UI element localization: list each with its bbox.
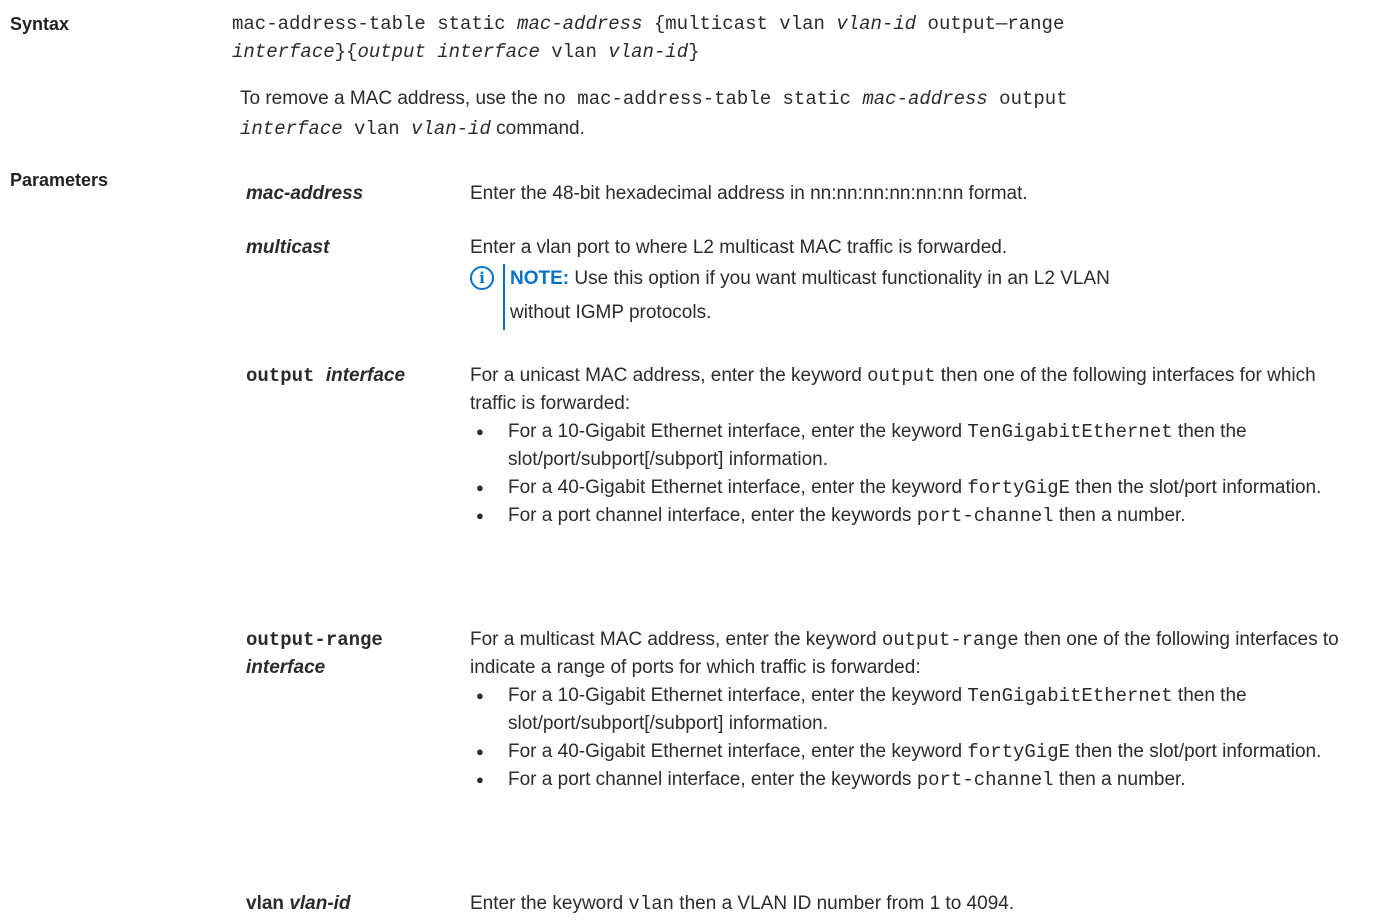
param-desc-text: then a VLAN ID number from 1 to 4094.	[674, 893, 1015, 914]
inline-code: TenGigabitEthernet	[967, 421, 1173, 443]
inline-code: output-range	[881, 629, 1019, 651]
remove-instruction: To remove a MAC address, use the no mac-…	[240, 84, 1360, 144]
param-desc-text: For a multicast MAC address, enter the k…	[470, 629, 882, 650]
bullet-list: For a 10-Gigabit Ethernet interface, ent…	[470, 682, 1366, 794]
param-name: multicast	[246, 237, 330, 258]
syntax-text: vlan	[539, 41, 609, 63]
remove-code: vlan	[342, 118, 412, 140]
param-desc-text: Enter the keyword	[470, 893, 629, 914]
param-name: interface	[325, 365, 406, 386]
syntax-text: vlan-id	[608, 41, 689, 63]
inline-code: fortyGigE	[967, 741, 1071, 763]
syntax-command: mac-address-table static mac-address {mu…	[232, 10, 1362, 66]
syntax-text: output interface	[357, 41, 540, 63]
note-text: without IGMP protocols.	[510, 302, 712, 323]
param-name: interface	[246, 657, 326, 678]
note-bar	[503, 264, 505, 330]
parameters-label: Parameters	[10, 170, 109, 190]
syntax-text: output—range	[916, 13, 1065, 35]
syntax-text: }	[688, 41, 700, 63]
list-item: For a 10-Gigabit Ethernet interface, ent…	[470, 682, 1366, 738]
list-item-text: then a number.	[1053, 769, 1186, 790]
param-row: mac-address Enter the 48-bit hexadecimal…	[246, 178, 1366, 234]
list-item-text: then the slot/port information.	[1070, 477, 1322, 498]
param-desc-text: For a unicast MAC address, enter the key…	[470, 365, 868, 386]
param-name: output	[246, 365, 326, 387]
list-item: For a port channel interface, enter the …	[470, 502, 1366, 530]
param-name: vlan	[246, 893, 290, 914]
remove-code: interface	[240, 118, 343, 140]
list-item: For a 40-Gigabit Ethernet interface, ent…	[470, 738, 1366, 766]
remove-code: vlan-id	[411, 118, 491, 140]
param-row: multicast Enter a vlan port to where L2 …	[246, 234, 1366, 362]
syntax-text: }{	[334, 41, 358, 63]
syntax-text: mac-address	[517, 13, 643, 35]
remove-text: To remove a MAC address, use the	[240, 88, 544, 109]
syntax-label: Syntax	[10, 14, 70, 34]
list-item-text: For a 10-Gigabit Ethernet interface, ent…	[508, 421, 968, 442]
param-row: output-range interface For a multicast MA…	[246, 626, 1366, 890]
list-item: For a port channel interface, enter the …	[470, 766, 1366, 794]
list-item-text: For a port channel interface, enter the …	[508, 769, 917, 790]
list-item-text: For a 40-Gigabit Ethernet interface, ent…	[508, 741, 968, 762]
note-label: NOTE:	[510, 268, 570, 289]
param-name: output-range	[246, 629, 383, 651]
param-desc: For a unicast MAC address, enter the key…	[470, 362, 1366, 418]
inline-code: fortyGigE	[967, 477, 1071, 499]
param-name: vlan-id	[289, 893, 351, 914]
note-callout: i NOTE: Use this option if you want mult…	[470, 262, 1366, 330]
syntax-text: vlan-id	[836, 13, 917, 35]
inline-code: vlan	[628, 893, 675, 915]
list-item-text: then the slot/port information.	[1070, 741, 1322, 762]
remove-code: no mac-address-table static	[543, 88, 863, 110]
inline-code: port-channel	[916, 769, 1054, 791]
list-item-text: For a 40-Gigabit Ethernet interface, ent…	[508, 477, 968, 498]
inline-code: output	[867, 365, 936, 387]
param-row: output interface For a unicast MAC addre…	[246, 362, 1366, 626]
remove-code: mac-address	[862, 88, 988, 110]
note-text: Use this option if you want multicast fu…	[569, 268, 1110, 289]
bullet-list: For a 10-Gigabit Ethernet interface, ent…	[470, 418, 1366, 530]
param-desc: Enter a vlan port to where L2 multicast …	[470, 237, 1008, 258]
param-name: mac-address	[246, 183, 364, 204]
parameters-list: mac-address Enter the 48-bit hexadecimal…	[246, 178, 1366, 920]
list-item-text: For a port channel interface, enter the …	[508, 505, 917, 526]
remove-text: command.	[490, 118, 585, 139]
param-desc: For a multicast MAC address, enter the k…	[470, 626, 1366, 682]
inline-code: TenGigabitEthernet	[967, 685, 1173, 707]
list-item-text: then a number.	[1053, 505, 1186, 526]
info-icon: i	[470, 266, 494, 290]
syntax-text: interface	[232, 41, 335, 63]
list-item: For a 10-Gigabit Ethernet interface, ent…	[470, 418, 1366, 474]
remove-code: output	[987, 88, 1068, 110]
list-item: For a 40-Gigabit Ethernet interface, ent…	[470, 474, 1366, 502]
inline-code: port-channel	[916, 505, 1054, 527]
syntax-text: {multicast vlan	[642, 13, 837, 35]
syntax-text: mac-address-table static	[232, 13, 518, 35]
list-item-text: For a 10-Gigabit Ethernet interface, ent…	[508, 685, 968, 706]
param-desc: Enter the 48-bit hexadecimal address in …	[470, 183, 1028, 204]
param-row: vlan vlan-id Enter the keyword vlan then…	[246, 890, 1366, 920]
